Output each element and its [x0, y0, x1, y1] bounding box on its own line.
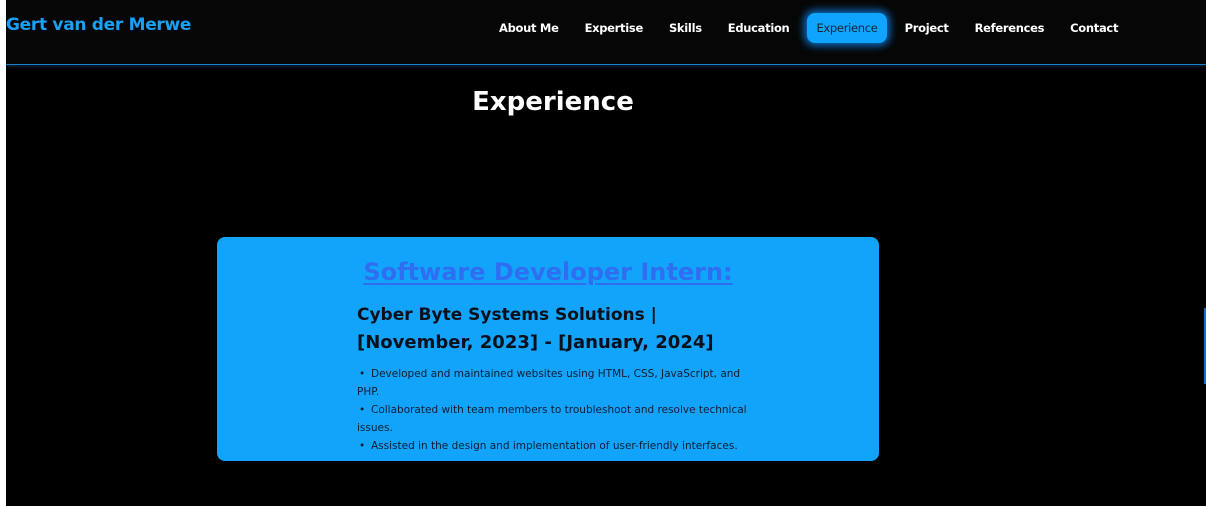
nav-link-project[interactable]: Project	[892, 13, 962, 43]
bullet-icon: •	[359, 368, 366, 380]
company-name: Cyber Byte Systems Solutions |	[357, 305, 657, 325]
job-title[interactable]: Software Developer Intern:	[217, 255, 879, 289]
nav-link-skills[interactable]: Skills	[656, 13, 715, 43]
employment-dates: [November, 2023] - [January, 2024]	[357, 332, 714, 353]
duty-text: Collaborated with team members to troubl…	[357, 404, 747, 434]
list-item: • Assisted in the design and implementati…	[357, 437, 757, 455]
nav-link-experience[interactable]: Experience	[807, 13, 887, 43]
nav-link-education[interactable]: Education	[715, 13, 803, 43]
nav-link-about-me[interactable]: About Me	[486, 13, 572, 43]
nav-menu: About Me Expertise Skills Education Expe…	[486, 13, 1131, 43]
page: Gert van der Merwe About Me Expertise Sk…	[6, 0, 1206, 506]
duty-text: Assisted in the design and implementatio…	[371, 440, 738, 452]
list-item: • Developed and maintained websites using…	[357, 365, 757, 401]
duty-text: Developed and maintained websites using …	[357, 368, 741, 398]
company-and-dates: Cyber Byte Systems Solutions | [November…	[357, 301, 757, 357]
experience-card: Software Developer Intern: Cyber Byte Sy…	[217, 237, 879, 461]
duties-list: • Developed and maintained websites using…	[357, 365, 757, 455]
section-title: Experience	[472, 87, 634, 117]
nav-link-expertise[interactable]: Expertise	[572, 13, 656, 43]
nav-link-contact[interactable]: Contact	[1057, 13, 1131, 43]
bullet-icon: •	[359, 440, 366, 452]
top-navbar: Gert van der Merwe About Me Expertise Sk…	[6, 0, 1206, 65]
bullet-icon: •	[359, 404, 366, 416]
nav-link-references[interactable]: References	[962, 13, 1058, 43]
list-item: • Collaborated with team members to troub…	[357, 401, 757, 437]
site-brand[interactable]: Gert van der Merwe	[6, 14, 191, 36]
